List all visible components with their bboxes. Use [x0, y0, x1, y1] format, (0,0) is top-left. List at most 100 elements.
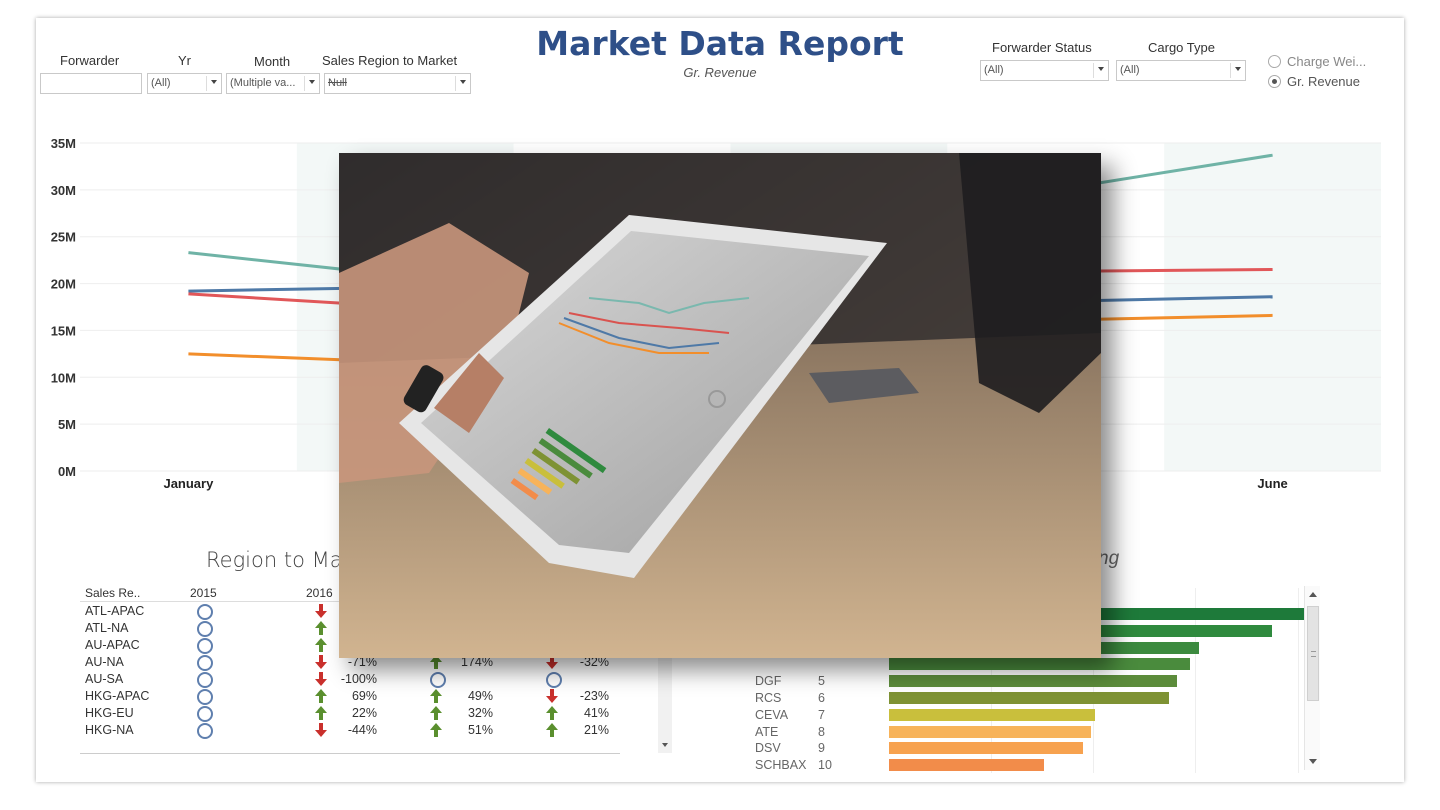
- region-name: AU-SA: [85, 672, 124, 686]
- tablet-photo-image: [339, 153, 1101, 658]
- measure-option-charge-weight[interactable]: Charge Wei...: [1268, 54, 1366, 69]
- forwarder-name: DGF: [755, 674, 782, 689]
- region-name: ATL-APAC: [85, 604, 145, 618]
- ranking-bar[interactable]: [889, 742, 1083, 755]
- ranking-bar[interactable]: [889, 658, 1190, 671]
- measure-option-label: Charge Wei...: [1287, 54, 1367, 69]
- forwarder-status-filter-label: Forwarder Status: [992, 40, 1092, 55]
- scrollbar-thumb[interactable]: [1307, 606, 1319, 701]
- scroll-up-icon[interactable]: [1309, 592, 1317, 597]
- circle-icon: [197, 672, 213, 688]
- forwarder-name: SCHBAX: [755, 758, 807, 773]
- circle-icon: [546, 672, 562, 688]
- y-tick-label: 35M: [51, 136, 76, 151]
- measure-option-gr-revenue[interactable]: Gr. Revenue: [1268, 74, 1360, 89]
- chevron-down-icon: [1235, 67, 1241, 71]
- circle-icon: [197, 638, 213, 654]
- circle-icon: [197, 723, 213, 739]
- table-row[interactable]: HKG-EU 22% 32% 41%: [80, 706, 625, 723]
- table-header-2016: 2016: [306, 586, 333, 600]
- y-tick-label: 25M: [51, 230, 76, 245]
- arrow-up-icon: [546, 706, 558, 721]
- arrow-down-icon: [315, 723, 327, 738]
- change-pct: -100%: [340, 672, 377, 686]
- circle-icon: [197, 655, 213, 671]
- table-header-sales-region: Sales Re..: [85, 586, 141, 600]
- x-tick-label: June: [1257, 476, 1287, 491]
- arrow-up-icon: [315, 689, 327, 704]
- chevron-down-icon: [1098, 67, 1104, 71]
- circle-icon: [197, 689, 213, 705]
- forwarder-rank: 6: [818, 691, 825, 705]
- change-pct: -23%: [579, 689, 609, 703]
- chevron-down-icon: [211, 80, 217, 84]
- region-name: AU-NA: [85, 655, 124, 669]
- forwarder-name: ATE: [755, 724, 779, 739]
- month-column-band: [1164, 143, 1381, 471]
- y-tick-label: 5M: [58, 417, 76, 432]
- grip-icon: [1311, 651, 1316, 657]
- month-column-band: [80, 143, 297, 471]
- region-name: HKG-EU: [85, 706, 134, 720]
- ranking-bar[interactable]: [889, 692, 1169, 704]
- change-pct: 51%: [467, 723, 493, 737]
- arrow-up-icon: [430, 689, 442, 704]
- arrow-up-icon: [546, 723, 558, 738]
- radio-button-selected-icon: [1268, 75, 1281, 88]
- change-pct: 22%: [351, 706, 377, 720]
- forwarder-status-dropdown[interactable]: (All): [980, 60, 1109, 81]
- ranking-bar[interactable]: [889, 725, 1092, 738]
- circle-icon: [197, 604, 213, 620]
- ranking-bar[interactable]: [889, 675, 1178, 688]
- arrow-down-icon: [546, 689, 558, 704]
- forwarder-rank: 10: [818, 758, 832, 773]
- cargo-type-filter-label: Cargo Type: [1148, 40, 1215, 55]
- change-pct: -44%: [347, 723, 377, 737]
- arrow-up-icon: [430, 706, 442, 721]
- change-pct: 21%: [583, 723, 609, 737]
- forwarder-rank: 5: [818, 674, 825, 689]
- ranking-scrollbar[interactable]: [1304, 586, 1320, 770]
- table-row[interactable]: HKG-APAC 69% 49% -23%: [80, 689, 625, 706]
- y-tick-label: 10M: [51, 370, 76, 385]
- ranking-bar[interactable]: [889, 708, 1096, 721]
- measure-option-label: Gr. Revenue: [1287, 74, 1360, 89]
- arrow-up-icon: [315, 706, 327, 721]
- table-bottom-divider: [80, 753, 620, 754]
- region-name: HKG-APAC: [85, 689, 150, 703]
- chevron-down-icon: [662, 743, 668, 747]
- arrow-down-icon: [315, 604, 327, 619]
- region-name: ATL-NA: [85, 621, 129, 635]
- table-row[interactable]: AU-SA -100%: [80, 672, 625, 689]
- forwarder-status-dropdown-value: (All): [984, 64, 1004, 76]
- y-tick-label: 0M: [58, 464, 76, 479]
- radio-button-icon: [1268, 55, 1281, 68]
- arrow-down-icon: [315, 655, 327, 670]
- cargo-type-dropdown[interactable]: (All): [1116, 60, 1246, 81]
- arrow-up-icon: [315, 621, 327, 636]
- x-tick-label: January: [163, 476, 214, 491]
- y-tick-label: 30M: [51, 183, 76, 198]
- ranking-title: ng: [1098, 548, 1120, 569]
- circle-icon: [197, 621, 213, 637]
- table-header-2015: 2015: [190, 586, 217, 600]
- table-row[interactable]: HKG-NA -44% 51% 21%: [80, 723, 625, 740]
- ranking-bar[interactable]: [889, 759, 1044, 772]
- change-pct: 69%: [351, 689, 377, 703]
- cargo-type-dropdown-value: (All): [1120, 64, 1140, 76]
- tablet-photo-overlay: [339, 153, 1101, 658]
- scroll-down-icon[interactable]: [1309, 759, 1317, 764]
- forwarder-rank: 7: [818, 707, 825, 722]
- circle-icon: [197, 706, 213, 722]
- forwarder-rank: 9: [818, 741, 825, 756]
- forwarder-rank: 8: [818, 724, 825, 739]
- region-table-title: Region to Mar: [206, 548, 352, 572]
- y-tick-label: 15M: [51, 323, 76, 338]
- arrow-down-icon: [315, 672, 327, 687]
- forwarder-name: DSV: [755, 741, 781, 756]
- chevron-down-icon: [460, 80, 466, 84]
- circle-icon: [430, 672, 446, 688]
- arrow-up-icon: [315, 638, 327, 653]
- forwarder-name: RCS: [755, 691, 782, 705]
- region-name: HKG-NA: [85, 723, 134, 737]
